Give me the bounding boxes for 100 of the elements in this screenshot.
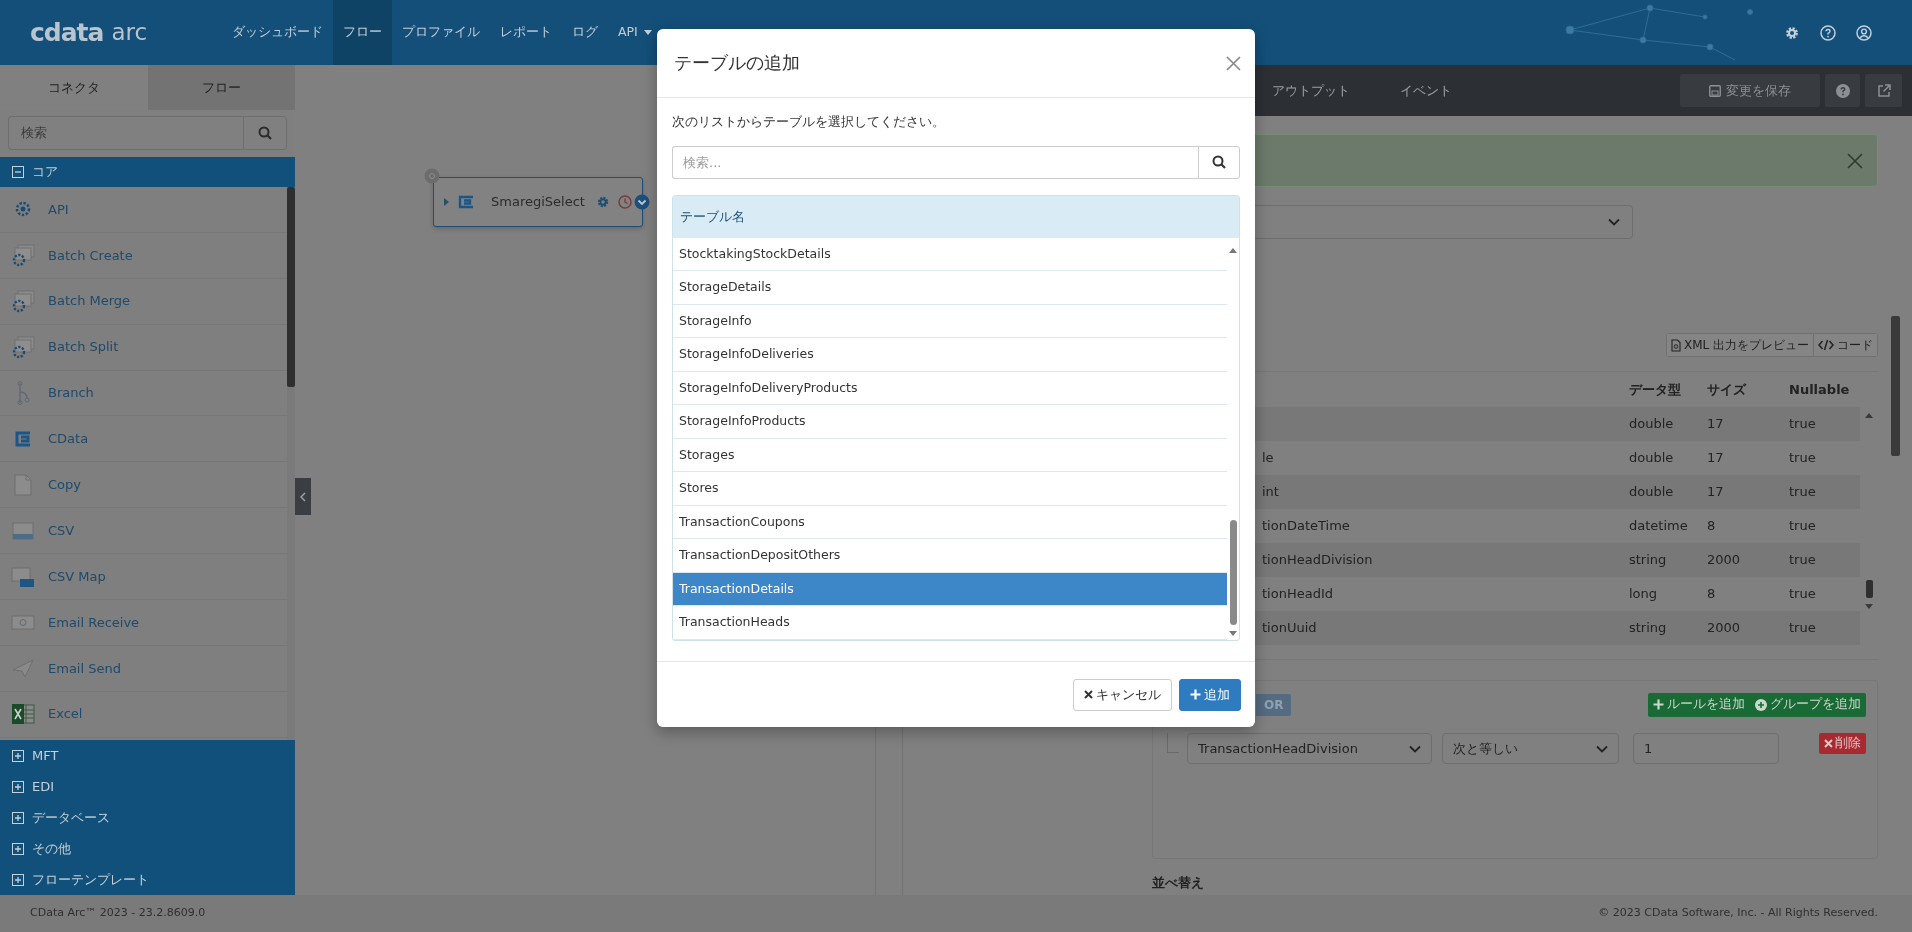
category-label: MFT (32, 746, 59, 765)
table-row[interactable]: StorageInfoDeliveryProducts (673, 371, 1227, 406)
table-row[interactable]: TransactionDetails (673, 572, 1227, 607)
field-select[interactable]: TransactionHeadDivision (1187, 733, 1432, 764)
category-header[interactable]: その他 (0, 833, 295, 864)
scrollbar[interactable] (1890, 316, 1900, 456)
connector-item[interactable]: Batch Split (0, 324, 287, 371)
status-dot-icon (424, 168, 440, 184)
column-header: Nullable (1789, 380, 1851, 399)
connector-item[interactable]: CSV Map (0, 554, 287, 600)
table-cell: int (1262, 484, 1279, 500)
delete-button[interactable]: 削除 (1819, 733, 1866, 754)
operator-select[interactable]: 次と等しい (1442, 733, 1619, 764)
panel-tab[interactable]: アウトプット (1247, 65, 1375, 116)
scrollbar-thumb[interactable] (1229, 519, 1237, 625)
search-field[interactable]: 検索 (8, 116, 243, 150)
close-button[interactable] (1847, 152, 1863, 169)
table-row[interactable]: StorageInfo (673, 304, 1227, 339)
nav-item[interactable]: ダッシュボード (222, 0, 333, 65)
cancel-button[interactable]: キャンセル (1073, 678, 1172, 711)
category-header[interactable]: コア (0, 157, 295, 187)
table-cell: true (1789, 518, 1816, 534)
input-arrow-icon (444, 198, 449, 206)
nav-item[interactable]: プロファイル (392, 0, 490, 65)
expand-icon (12, 749, 24, 762)
add-button[interactable]: 追加 (1179, 678, 1241, 711)
category-header[interactable]: EDI (0, 771, 295, 802)
open-external-button[interactable] (1865, 74, 1902, 107)
collapse-button[interactable] (295, 478, 311, 515)
table-row[interactable]: TransactionDepositOthers (673, 539, 1227, 573)
value-input[interactable]: 1 (1633, 733, 1779, 764)
table-row[interactable]: StorageInfoProducts (673, 405, 1227, 439)
connector-item[interactable]: Email Send (0, 645, 287, 692)
close-icon (1226, 55, 1241, 71)
add-group-button[interactable]: グループを追加 (1750, 692, 1866, 717)
table-row[interactable]: Storages (673, 438, 1227, 473)
table-row[interactable]: Stores (673, 472, 1227, 506)
search-icon (1212, 155, 1226, 170)
expand-icon (12, 873, 24, 886)
table-row[interactable]: TransactionHeads (673, 606, 1227, 640)
nav-item[interactable]: フロー (333, 0, 392, 65)
column-header: データ型 (1629, 380, 1682, 399)
chevron-down-icon (1596, 744, 1608, 753)
category-header[interactable]: MFT (0, 740, 295, 771)
connector-item[interactable]: CData (0, 416, 287, 463)
table-cell: datetime (1629, 518, 1688, 534)
category-label: フローテンプレート (32, 870, 149, 889)
connector-item[interactable]: CSV (0, 508, 287, 555)
table-row[interactable]: TransactionCoupons (673, 505, 1227, 540)
account-button[interactable] (1856, 24, 1872, 41)
table-row[interactable]: StorageDetails (673, 271, 1227, 305)
category-header[interactable]: データベース (0, 802, 295, 833)
nav-item[interactable]: ログ (562, 0, 608, 65)
help-icon (1835, 83, 1850, 98)
table-cell: double (1629, 484, 1674, 500)
table-cell: long (1629, 586, 1658, 602)
table-cell: 17 (1707, 416, 1724, 432)
gear-stack-icon (10, 242, 36, 269)
dialog-title: テーブルの追加 (674, 52, 800, 74)
preview-button[interactable]: XML 出力をプレビュー (1666, 334, 1813, 356)
table-cell: true (1789, 450, 1816, 466)
settings-icon (596, 195, 610, 209)
collapse-icon (12, 166, 24, 178)
help-button[interactable] (1820, 24, 1836, 41)
copyright-text: © 2023 CData Software, Inc. - All Rights Reserved. (1598, 905, 1878, 922)
code-icon (1818, 339, 1834, 351)
save-button[interactable]: 変更を保存 (1680, 74, 1820, 107)
nav-item[interactable]: API (608, 0, 662, 65)
settings-button[interactable] (1784, 24, 1800, 41)
close-button[interactable] (1226, 55, 1241, 71)
connector-item[interactable]: Batch Merge (0, 278, 287, 325)
chevron-down-icon (1608, 218, 1620, 226)
table-row[interactable]: StocktakingStockDetails (673, 237, 1227, 272)
add-rule-button[interactable]: ルールを追加 (1648, 692, 1750, 717)
code-button[interactable]: コード (1813, 334, 1877, 356)
close-icon (1824, 739, 1833, 748)
help-button[interactable] (1825, 74, 1860, 107)
table-cell: true (1789, 620, 1816, 636)
scroll-down-icon (1865, 604, 1873, 609)
scrollbar-thumb[interactable] (1865, 580, 1873, 598)
sidebar-tab[interactable]: フロー (147, 65, 295, 110)
connector-item[interactable]: Copy (0, 462, 287, 509)
scrollbar[interactable] (287, 187, 295, 740)
flow-node[interactable]: SmaregiSelect (433, 177, 643, 227)
category-header[interactable]: フローテンプレート (0, 864, 295, 895)
external-link-icon (1876, 83, 1891, 98)
instruction-text: 次のリストからテーブルを選択してください。 (672, 113, 946, 131)
table-cell: le (1262, 450, 1274, 466)
table-row[interactable]: StorageInfoDeliveries (673, 338, 1227, 372)
table-cell: 8 (1707, 586, 1716, 602)
gear-stack-icon (10, 334, 36, 361)
table-cell: true (1789, 586, 1816, 602)
connector-item[interactable]: Batch Create (0, 232, 287, 279)
nav-item[interactable]: レポート (490, 0, 562, 65)
table-cell: 17 (1707, 450, 1724, 466)
category-label: データベース (32, 808, 110, 827)
column-header: サイズ (1707, 380, 1748, 399)
panel-tab[interactable]: イベント (1375, 65, 1477, 116)
product-name: arc (111, 18, 148, 48)
expand-icon (12, 780, 24, 793)
